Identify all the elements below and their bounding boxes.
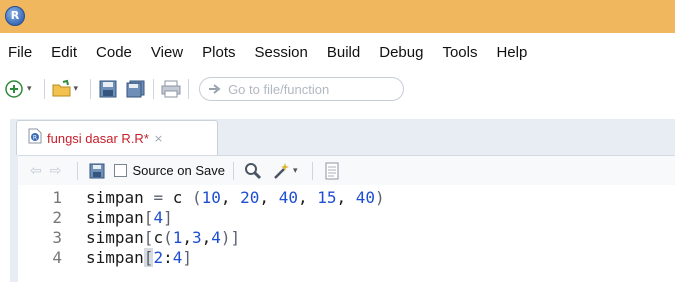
code-editor[interactable]: 1 simpan = c (10, 20, 40, 15, 40) 2 simp… <box>18 185 675 282</box>
menu-debug[interactable]: Debug <box>373 44 429 61</box>
toolbar-divider <box>90 79 92 99</box>
menu-build[interactable]: Build <box>321 44 366 61</box>
pane-spacer <box>0 107 675 119</box>
code-line: 3 simpan[c(1,3,4)] <box>18 227 240 247</box>
main-toolbar: ▾ ▾ Go to file/function <box>0 71 675 107</box>
toolbar-divider <box>232 161 234 180</box>
code-text: simpan[4] <box>86 207 173 227</box>
r-logo-icon: R <box>5 6 25 26</box>
new-file-dropdown-icon[interactable]: ▾ <box>27 84 32 94</box>
code-line: 1 simpan = c (10, 20, 40, 15, 40) <box>18 187 385 207</box>
save-icon[interactable] <box>97 78 119 100</box>
menu-view[interactable]: View <box>145 44 189 61</box>
source-on-save-label: Source on Save <box>132 163 225 178</box>
magic-wand-icon[interactable] <box>270 160 292 182</box>
code-line: 2 simpan[4] <box>18 207 173 227</box>
title-bar: R <box>0 0 675 33</box>
toolbar-divider <box>77 161 79 180</box>
forward-arrow-icon[interactable]: ⇨ <box>50 163 62 179</box>
toolbar-divider <box>153 79 155 99</box>
code-line: 4 simpan[2:4] <box>18 247 192 267</box>
menu-session[interactable]: Session <box>249 44 314 61</box>
editor-toolbar: ⇦ ⇨ Source on Save ▾ <box>18 155 675 185</box>
tab-label: fungsi dasar R.R* <box>47 130 149 146</box>
menu-edit[interactable]: Edit <box>45 44 83 61</box>
tab-fungsi-dasar[interactable]: R fungsi dasar R.R* × <box>16 120 218 155</box>
menu-help[interactable]: Help <box>490 44 533 61</box>
svg-text:R: R <box>33 135 37 142</box>
line-number: 1 <box>52 187 62 207</box>
open-dropdown-icon[interactable]: ▾ <box>74 84 79 94</box>
go-to-file-input[interactable]: Go to file/function <box>199 77 405 101</box>
toolbar-divider <box>311 161 313 180</box>
arrow-right-icon <box>208 80 222 99</box>
line-number: 4 <box>52 247 62 267</box>
r-file-icon: R <box>27 128 43 148</box>
print-icon[interactable] <box>160 78 182 100</box>
menu-code[interactable]: Code <box>90 44 138 61</box>
save-all-icon[interactable] <box>125 78 147 100</box>
menu-plots[interactable]: Plots <box>196 44 241 61</box>
editor-save-icon[interactable] <box>86 160 108 182</box>
toolbar-divider <box>188 79 190 99</box>
code-text: simpan[2:4] <box>86 247 192 267</box>
line-number: 2 <box>52 207 62 227</box>
document-outline-icon[interactable] <box>321 160 343 182</box>
new-file-icon[interactable] <box>4 78 26 100</box>
back-arrow-icon[interactable]: ⇦ <box>30 163 42 179</box>
go-to-file-placeholder: Go to file/function <box>228 81 330 97</box>
source-on-save-checkbox[interactable] <box>114 164 128 177</box>
code-text: simpan[c(1,3,4)] <box>86 227 241 247</box>
close-icon[interactable]: × <box>154 132 163 145</box>
toolbar-divider <box>43 79 45 99</box>
menu-bar: File Edit Code View Plots Session Build … <box>0 33 675 71</box>
line-number: 3 <box>52 227 62 247</box>
menu-tools[interactable]: Tools <box>436 44 483 61</box>
code-text: simpan = c (10, 20, 40, 15, 40) <box>86 187 385 207</box>
open-folder-icon[interactable] <box>51 78 73 100</box>
code-tools-dropdown-icon[interactable]: ▾ <box>293 166 298 176</box>
menu-file[interactable]: File <box>5 44 38 61</box>
search-icon[interactable] <box>242 160 264 182</box>
